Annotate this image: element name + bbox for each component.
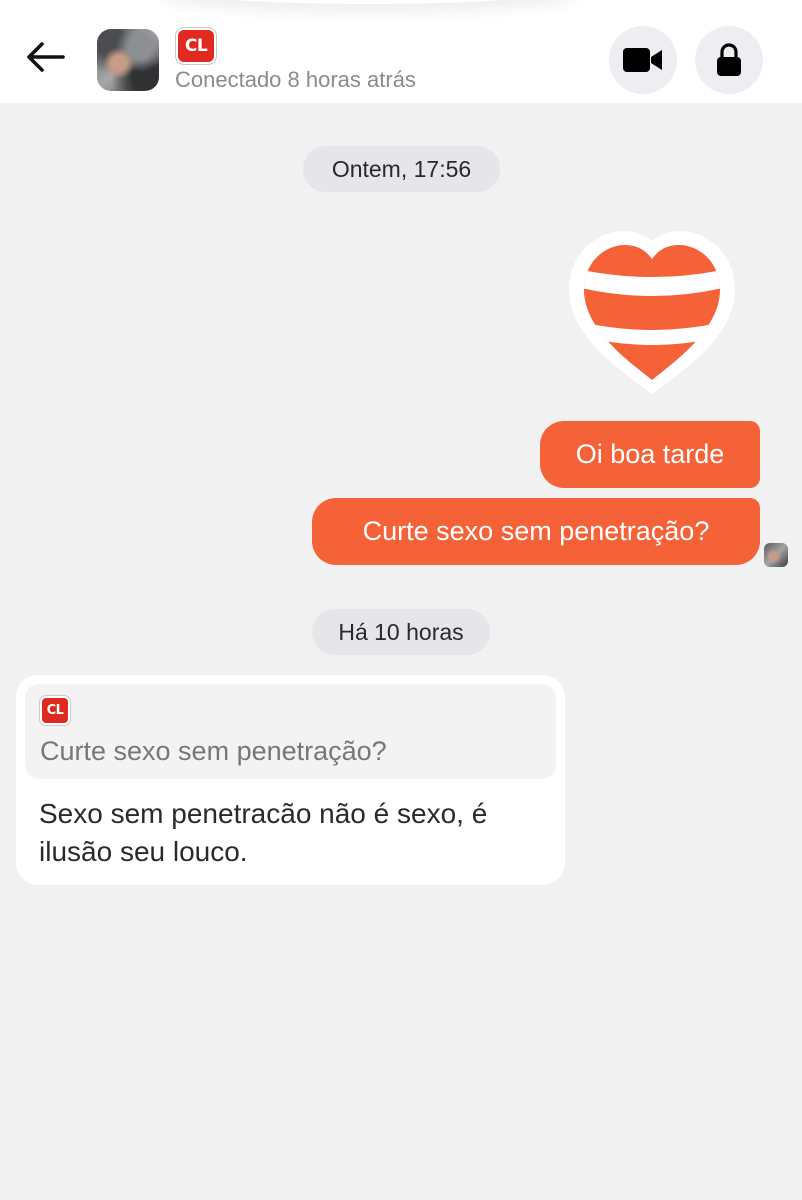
reply-text: Sexo sem penetracão não é sexo, é ilusão… (39, 798, 488, 867)
sent-message[interactable]: Oi boa tarde (540, 421, 760, 488)
back-button[interactable] (22, 36, 68, 78)
quote-badge: CL (40, 696, 70, 725)
quoted-message[interactable]: CL Curte sexo sem penetração? (25, 684, 556, 779)
date-separator: Há 10 horas (312, 609, 490, 655)
received-message[interactable]: CL Curte sexo sem penetração? Sexo sem p… (16, 675, 565, 885)
chat-header: CL Conectado 8 horas atrás (0, 0, 802, 103)
heart-sticker-icon (569, 231, 735, 394)
video-camera-icon (623, 48, 662, 72)
quoted-text: Curte sexo sem penetração? (40, 736, 387, 766)
online-status: Conectado 8 horas atrás (175, 67, 416, 92)
back-arrow-icon (27, 42, 65, 72)
read-receipt-avatar (764, 543, 788, 567)
lock-button[interactable] (695, 26, 763, 94)
contact-badge: CL (176, 28, 216, 64)
video-call-button[interactable] (609, 26, 677, 94)
contact-avatar[interactable] (97, 29, 159, 91)
sent-message[interactable]: Curte sexo sem penetração? (312, 498, 760, 565)
date-separator: Ontem, 17:56 (303, 146, 500, 192)
top-shadow (160, 0, 580, 4)
lock-icon (717, 43, 741, 76)
